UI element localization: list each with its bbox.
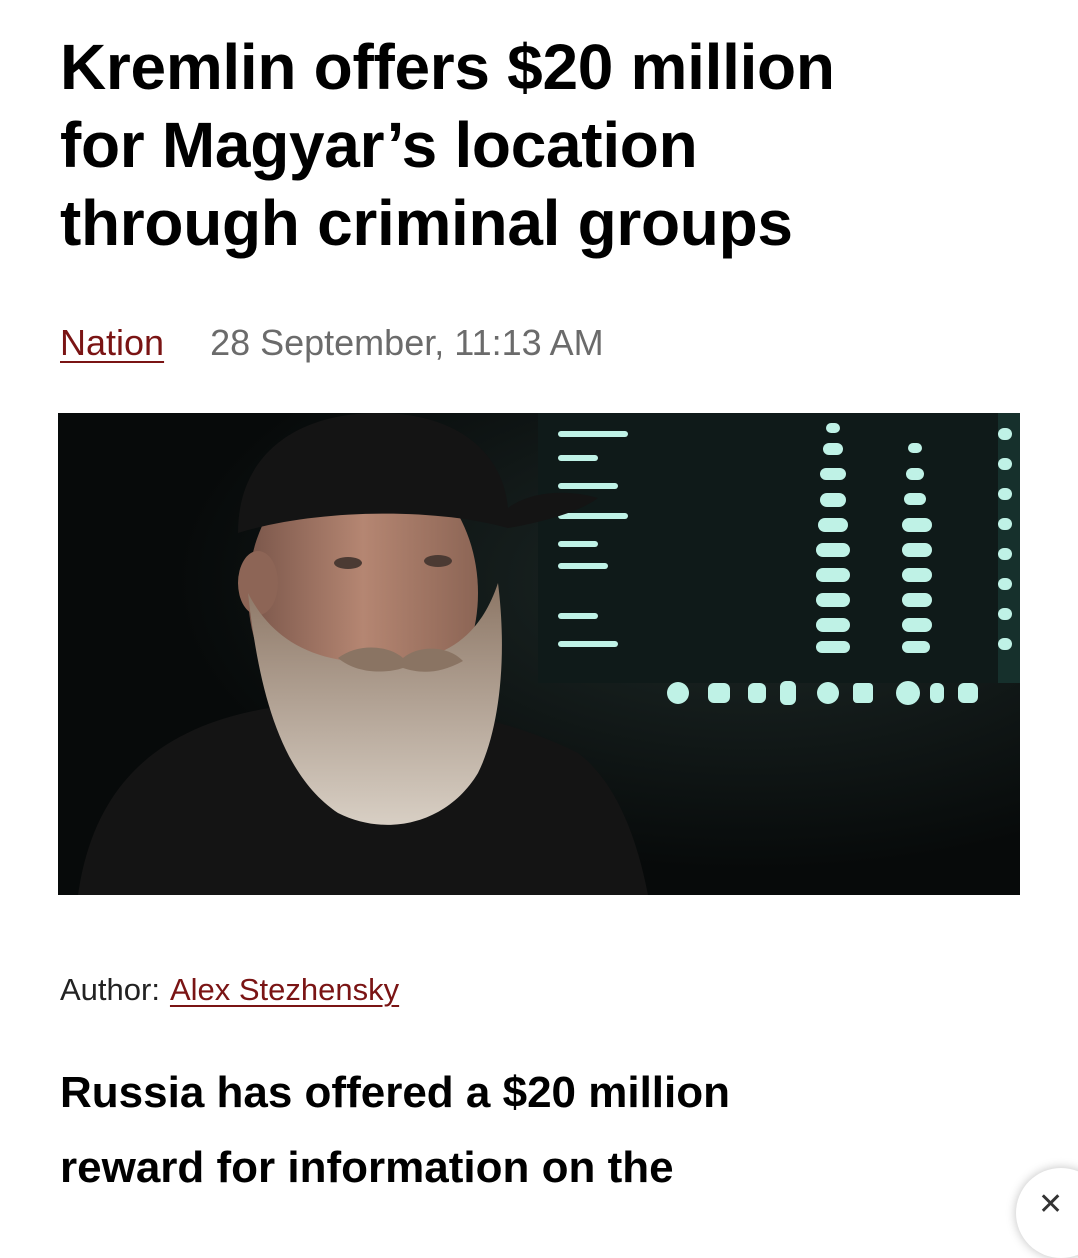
author-byline: Author: Alex Stezhensky [60, 972, 399, 1008]
hero-photo [58, 413, 1020, 895]
close-icon: ✕ [1038, 1188, 1064, 1221]
author-link[interactable]: Alex Stezhensky [170, 972, 399, 1007]
headline-line: through criminal groups [60, 187, 793, 259]
article-meta: Nation 28 September, 11:13 AM [60, 318, 604, 368]
lede-line: Russia has offered a $20 million [60, 1068, 731, 1117]
lede-line: reward for information on the [60, 1143, 674, 1192]
headline-line: for Magyar’s location [60, 109, 698, 181]
publish-date: 28 September, 11:13 AM [210, 322, 604, 363]
headline-line: Kremlin offers $20 million [60, 31, 835, 103]
author-label: Author: [60, 972, 160, 1007]
category-link[interactable]: Nation [60, 322, 164, 364]
photo-illustration [58, 413, 1020, 895]
article-headline: Kremlin offers $20 million for Magyar’s … [60, 28, 1020, 262]
floating-close-button[interactable]: ✕ [1016, 1168, 1078, 1258]
article-lede: Russia has offered a $20 million reward … [60, 1055, 1020, 1205]
